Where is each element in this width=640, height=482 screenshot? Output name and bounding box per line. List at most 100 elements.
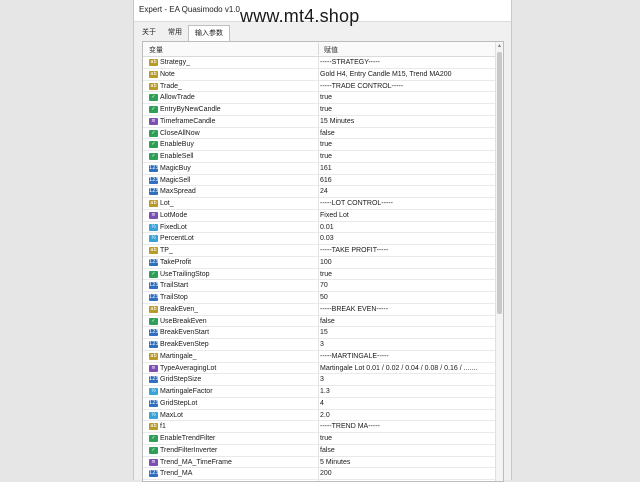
parameter-value[interactable]: false <box>320 446 492 456</box>
enum-type-icon: ≡ <box>149 117 158 125</box>
parameter-value[interactable]: true <box>320 434 492 444</box>
table-row[interactable]: ≡ Trend_MA_TimeFrame 5 Minutes <box>143 456 495 469</box>
table-row[interactable]: ≡ TypeAveragingLot Martingale Lot 0.01 / 0… <box>143 362 495 375</box>
table-row[interactable]: ab Strategy_ -----STRATEGY----- <box>143 57 495 69</box>
parameter-value[interactable]: -----TREND MA----- <box>320 422 492 432</box>
table-row[interactable]: ✓ UseBreakEven false <box>143 315 495 328</box>
parameter-value[interactable]: 0.01 <box>320 223 492 233</box>
parameter-value[interactable]: false <box>320 129 492 139</box>
parameter-value[interactable]: -----BREAK EVEN----- <box>320 305 492 315</box>
table-row[interactable]: 123 TakeProfit 100 <box>143 256 495 269</box>
parameter-name: MaxSpread <box>160 188 196 196</box>
table-row[interactable]: ab Lot_ -----LOT CONTROL----- <box>143 198 495 210</box>
parameter-name: PercentLot <box>160 235 194 243</box>
tab-inputs[interactable]: 输入参数 <box>188 25 230 42</box>
parameter-value[interactable]: 0.03 <box>320 234 492 244</box>
table-row[interactable]: 123 TrailStop 50 <box>143 292 495 304</box>
table-row[interactable]: ½ MaxLot 2.0 <box>143 409 495 422</box>
parameter-value[interactable]: 3 <box>320 340 492 350</box>
table-row[interactable]: ✓ EnableBuy true <box>143 139 495 151</box>
table-row[interactable]: ab TP_ -----TAKE PROFIT----- <box>143 245 495 257</box>
parameter-value[interactable]: Fixed Lot <box>320 211 492 221</box>
parameter-value[interactable]: 3 <box>320 375 492 385</box>
parameter-name: EnableSell <box>160 153 194 160</box>
inputs-table: 变量 赋值 ab Strategy_ -----STRATEGY----- ab Not… <box>142 41 504 482</box>
integer-type-icon: 123 <box>149 164 159 172</box>
parameter-name: Trade_ <box>160 82 182 90</box>
parameter-name: Trend_MA <box>160 470 193 478</box>
parameter-value[interactable]: 15 <box>320 328 492 338</box>
table-row[interactable]: 123 GridStepLot 4 <box>143 397 495 410</box>
table-row[interactable]: ✓ CloseAllNow false <box>143 127 495 140</box>
parameter-value[interactable]: 2.0 <box>320 411 492 421</box>
parameter-value[interactable]: 5 Minutes <box>320 458 492 468</box>
string-type-icon: ab <box>149 305 158 313</box>
parameter-value[interactable]: -----MARTINGALE----- <box>320 352 492 362</box>
parameter-value[interactable]: Martingale Lot 0.01 / 0.02 / 0.04 / 0.08… <box>320 364 492 374</box>
variable-column-header[interactable]: 变量 <box>149 45 163 55</box>
parameter-value[interactable]: -----TRADE CONTROL----- <box>320 82 492 92</box>
table-row[interactable]: ab f1 -----TREND MA----- <box>143 421 495 433</box>
table-row[interactable]: ab Martingale_ -----MARTINGALE----- <box>143 350 495 363</box>
parameter-value[interactable]: Gold H4, Entry Candle M15, Trend MA200 <box>320 70 492 80</box>
parameter-name: Note <box>160 70 175 78</box>
table-row[interactable]: 123 MagicBuy 161 <box>143 162 495 175</box>
table-row[interactable]: ✓ EntryByNewCandle true <box>143 104 495 116</box>
table-row[interactable]: ✓ AllowTrade true <box>143 92 495 104</box>
parameter-value[interactable]: -----TAKE PROFIT----- <box>320 246 492 256</box>
table-row[interactable]: ✓ EnableSell true <box>143 151 495 163</box>
parameter-value[interactable]: false <box>320 317 492 327</box>
parameter-value[interactable]: true <box>320 140 492 150</box>
parameter-value[interactable]: -----STRATEGY----- <box>320 58 492 68</box>
parameter-value[interactable]: true <box>320 152 492 162</box>
table-row[interactable]: ✓ EnableTrendFilter true <box>143 433 495 445</box>
table-row[interactable]: 123 MaxSpread 24 <box>143 186 495 198</box>
table-row[interactable]: ½ PercentLot 0.03 <box>143 233 495 245</box>
double-type-icon: ½ <box>149 388 158 395</box>
table-row[interactable]: ab BreakEven_ -----BREAK EVEN----- <box>143 303 495 316</box>
parameter-value[interactable]: 200 <box>320 469 492 479</box>
parameter-value[interactable]: true <box>320 105 492 115</box>
table-row[interactable]: 123 TrailStart 70 <box>143 280 495 292</box>
table-row[interactable]: 123 MagicSell 616 <box>143 174 495 187</box>
parameter-value[interactable]: true <box>320 93 492 103</box>
table-row[interactable]: ab Trade_ -----TRADE CONTROL----- <box>143 80 495 93</box>
tab-common[interactable]: 常用 <box>162 25 188 40</box>
table-row[interactable]: ≡ TimeframeCandle 15 Minutes <box>143 115 495 128</box>
table-row[interactable]: ✓ TrendFilterInverter false <box>143 444 495 457</box>
table-row[interactable]: ≡ LotMode Fixed Lot <box>143 209 495 222</box>
parameter-name: TimeframeCandle <box>160 117 216 125</box>
table-row[interactable]: ✓ UseTrailingStop true <box>143 268 495 281</box>
integer-type-icon: 123 <box>149 329 159 337</box>
table-row[interactable]: ½ MartingaleFactor 1.3 <box>143 386 495 398</box>
parameter-value[interactable]: 24 <box>320 187 492 197</box>
scrollbar-thumb[interactable] <box>497 52 502 314</box>
parameter-name: BreakEvenStep <box>160 341 209 348</box>
parameter-value[interactable]: 70 <box>320 281 492 291</box>
parameter-name: MartingaleFactor <box>160 388 213 395</box>
parameter-value[interactable]: 1.3 <box>320 387 492 397</box>
table-row[interactable]: ab Note Gold H4, Entry Candle M15, Trend M… <box>143 68 495 81</box>
parameter-value[interactable]: true <box>320 270 492 280</box>
value-column-header[interactable]: 赋值 <box>324 45 338 55</box>
parameter-value[interactable]: 161 <box>320 164 492 174</box>
table-row[interactable]: 123 GridStepSize 3 <box>143 374 495 386</box>
parameter-value[interactable]: 100 <box>320 258 492 268</box>
parameter-value[interactable]: 15 Minutes <box>320 117 492 127</box>
double-type-icon: ½ <box>149 411 158 419</box>
parameter-value[interactable]: 4 <box>320 399 492 409</box>
table-row[interactable]: 123 BreakEvenStep 3 <box>143 339 495 351</box>
scroll-up-arrow-icon[interactable]: ▲ <box>497 43 502 49</box>
parameter-name: LotMode <box>160 211 188 219</box>
enum-type-icon: ≡ <box>149 458 158 466</box>
vertical-scrollbar[interactable]: ▲ <box>495 42 503 481</box>
table-row[interactable]: 123 BreakEvenStart 15 <box>143 327 495 339</box>
parameter-value[interactable]: 50 <box>320 293 492 303</box>
parameter-value[interactable]: 616 <box>320 176 492 186</box>
boolean-type-icon: ✓ <box>149 129 158 137</box>
parameter-value[interactable]: -----LOT CONTROL----- <box>320 199 492 209</box>
table-row[interactable]: ½ FixedLot 0.01 <box>143 221 495 234</box>
tab-about[interactable]: 关于 <box>136 25 162 40</box>
table-row[interactable]: 123 Trend_MA 200 <box>143 468 495 480</box>
parameter-name: EntryByNewCandle <box>160 106 221 113</box>
